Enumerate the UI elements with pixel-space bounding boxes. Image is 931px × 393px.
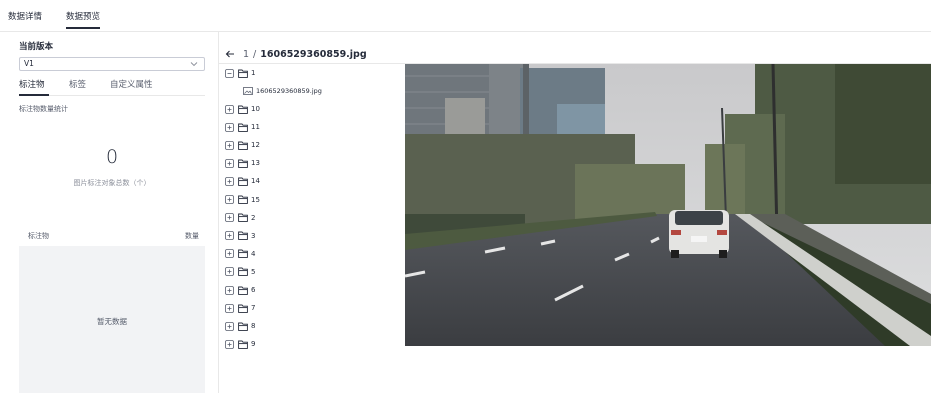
breadcrumb-separator: / <box>253 48 257 60</box>
folder-icon <box>238 105 248 114</box>
folder-name: 8 <box>251 322 256 331</box>
sub-tab-bar: 标注物 标签 自定义属性 <box>19 76 205 96</box>
folder-name: 5 <box>251 267 256 276</box>
expand-icon[interactable] <box>225 249 234 259</box>
folder-open-icon <box>238 69 248 78</box>
version-title: 当前版本 <box>19 42 54 52</box>
image-icon <box>243 87 253 95</box>
expand-icon[interactable] <box>225 195 234 204</box>
left-panel: 当前版本 V1 标注物 标签 自定义属性 标注物数量统计 0 图片标注对象总数（… <box>0 32 219 393</box>
image-file-name: 1606529360859.jpg <box>260 48 367 60</box>
folder-icon <box>238 195 248 204</box>
folder-name: 4 <box>251 249 256 258</box>
folder-name: 2 <box>251 213 256 222</box>
column-header-count: 数量 <box>185 232 199 240</box>
tree-folder-item[interactable]: 7 <box>225 301 255 315</box>
stats-table-header: 标注物 数量 <box>19 228 205 246</box>
folder-name: 12 <box>251 141 260 150</box>
expand-icon[interactable] <box>225 176 234 186</box>
folder-name: 6 <box>251 286 256 294</box>
expand-icon[interactable] <box>225 339 234 349</box>
tree-folder-item[interactable]: 14 <box>225 174 260 188</box>
active-sub-tab-indicator <box>19 94 49 96</box>
file-name: 1606529360859.jpg <box>256 87 322 95</box>
version-select[interactable]: V1 <box>19 57 205 71</box>
active-tab-indicator <box>66 27 100 29</box>
top-tab-bar: 数据详情 数据预览 <box>0 0 931 32</box>
folder-name: 3 <box>251 231 256 240</box>
expand-icon[interactable] <box>225 140 234 150</box>
expand-icon[interactable] <box>225 303 234 313</box>
column-header-annotation: 标注物 <box>28 232 49 240</box>
tree-folder-item[interactable]: 8 <box>225 319 255 333</box>
tree-folder-item[interactable]: 15 <box>225 193 260 207</box>
collapse-icon[interactable] <box>225 68 234 78</box>
image-preview[interactable] <box>405 64 931 346</box>
tab-data-details[interactable]: 数据详情 <box>8 10 42 22</box>
tab-annotations[interactable]: 标注物 <box>19 78 45 90</box>
folder-name: 10 <box>251 105 260 113</box>
expand-icon[interactable] <box>225 285 234 295</box>
back-arrow-icon[interactable] <box>225 49 235 59</box>
folder-icon <box>238 322 248 331</box>
folder-name: 9 <box>251 340 256 349</box>
tree-folder-item[interactable]: 4 <box>225 247 255 261</box>
folder-icon <box>238 177 248 186</box>
expand-icon[interactable] <box>225 321 234 331</box>
annotation-count: 0 <box>105 146 119 168</box>
folder-icon <box>238 304 248 313</box>
stats-table-body: 暂无数据 <box>19 246 205 393</box>
folder-name: 14 <box>251 177 260 186</box>
folder-icon <box>238 213 248 222</box>
tree-folder-expanded[interactable]: 1 <box>225 66 255 80</box>
tree-file-item[interactable]: 1606529360859.jpg <box>243 84 322 98</box>
tree-folder-item[interactable]: 11 <box>225 120 260 134</box>
folder-name: 13 <box>251 159 260 168</box>
folder-name: 7 <box>251 304 256 313</box>
expand-icon[interactable] <box>225 231 234 241</box>
folder-icon <box>238 267 248 277</box>
folder-name: 15 <box>251 195 260 204</box>
expand-icon[interactable] <box>225 158 234 168</box>
folder-icon <box>238 340 248 349</box>
annotation-count-label: 图片标注对象总数（个） <box>73 179 151 187</box>
expand-icon[interactable] <box>225 104 234 114</box>
tree-folder-item[interactable]: 2 <box>225 211 255 225</box>
tree-folder-item[interactable]: 12 <box>225 138 260 152</box>
folder-icon <box>238 231 248 241</box>
expand-icon[interactable] <box>225 122 234 132</box>
folder-name: 1 <box>251 69 256 77</box>
tree-folder-item[interactable]: 5 <box>225 265 255 279</box>
folder-icon <box>238 123 248 132</box>
chevron-down-icon <box>190 62 198 67</box>
image-index: 1 <box>243 48 250 60</box>
expand-icon[interactable] <box>225 213 234 222</box>
empty-state-text: 暂无数据 <box>97 317 127 326</box>
folder-name: 11 <box>251 123 260 132</box>
expand-icon[interactable] <box>225 267 234 277</box>
tab-data-preview[interactable]: 数据预览 <box>66 10 100 22</box>
tree-folder-item[interactable]: 3 <box>225 229 255 243</box>
tree-folder-item[interactable]: 13 <box>225 156 260 170</box>
tab-labels[interactable]: 标签 <box>69 78 86 90</box>
folder-icon <box>238 159 248 168</box>
folder-icon <box>238 286 248 295</box>
folder-icon <box>238 249 248 259</box>
tree-folder-item[interactable]: 9 <box>225 337 255 351</box>
breadcrumb: 1 / 1606529360859.jpg <box>225 46 367 62</box>
stats-title: 标注物数量统计 <box>19 105 68 113</box>
tab-custom-attributes[interactable]: 自定义属性 <box>110 78 153 90</box>
tree-folder-item[interactable]: 6 <box>225 283 255 297</box>
folder-icon <box>238 141 248 150</box>
version-select-value: V1 <box>24 59 34 68</box>
tree-folder-item[interactable]: 10 <box>225 102 260 116</box>
